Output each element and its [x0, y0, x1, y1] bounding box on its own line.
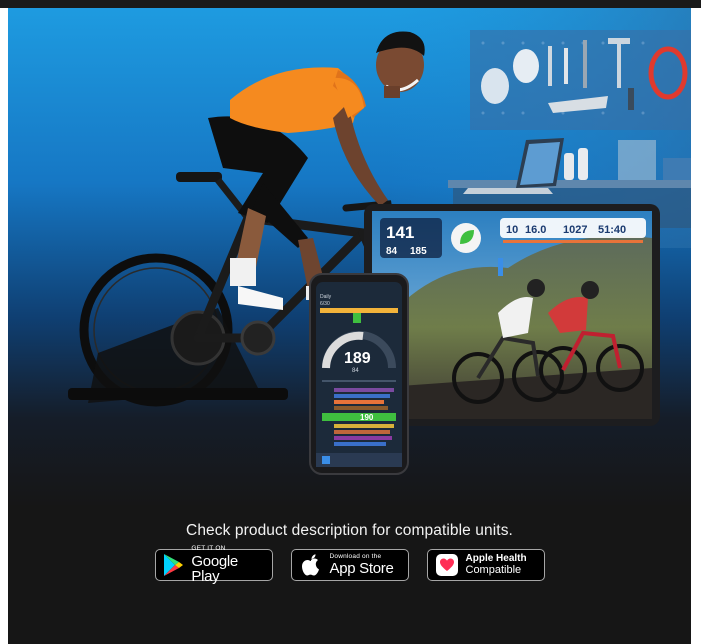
hud-elevation: 1027 — [563, 224, 587, 236]
promo-banner: 141 84 185 10 16.0 1027 51:40 Daily 6/30… — [8, 8, 691, 644]
hero-illustration: 141 84 185 10 16.0 1027 51:40 Daily 6/30… — [8, 8, 691, 508]
app-store-main-text: App Store — [329, 560, 394, 578]
apple-icon — [298, 552, 324, 578]
apple-health-top-text: Apple Health — [465, 553, 527, 564]
apple-health-badge[interactable]: Apple Health Compatible — [426, 549, 545, 581]
phone-header-left: Daily — [320, 294, 332, 300]
store-badges: GET IT ON Google Play Download on the Ap… — [8, 545, 691, 585]
compatibility-caption: Check product description for compatible… — [186, 522, 513, 539]
apple-health-icon — [434, 552, 460, 578]
phone-row-value: 190 — [360, 413, 374, 422]
hud-speed: 16.0 — [525, 224, 546, 236]
hud-cadence: 185 — [410, 246, 427, 257]
top-bar — [0, 0, 701, 8]
hud-distance: 10 — [506, 224, 518, 236]
phone-gauge-sub: 84 — [352, 368, 359, 374]
app-store-badge[interactable]: Download on the App Store — [290, 549, 409, 581]
phone-header-value: 6/30 — [320, 301, 330, 307]
pegboard — [470, 30, 691, 130]
phone-gauge-value: 189 — [344, 350, 371, 367]
hud-time: 51:40 — [598, 224, 626, 236]
google-play-top-text: GET IT ON — [191, 545, 226, 553]
google-play-badge[interactable]: GET IT ON Google Play — [154, 545, 273, 585]
hud-hr: 84 — [386, 246, 398, 257]
google-play-icon — [162, 552, 186, 578]
apple-health-main-text: Compatible — [465, 564, 522, 576]
google-play-main-text: Google Play — [191, 552, 238, 585]
phone-device: Daily 6/30 189 84 190 — [309, 273, 409, 475]
hud-power: 141 — [386, 223, 414, 242]
